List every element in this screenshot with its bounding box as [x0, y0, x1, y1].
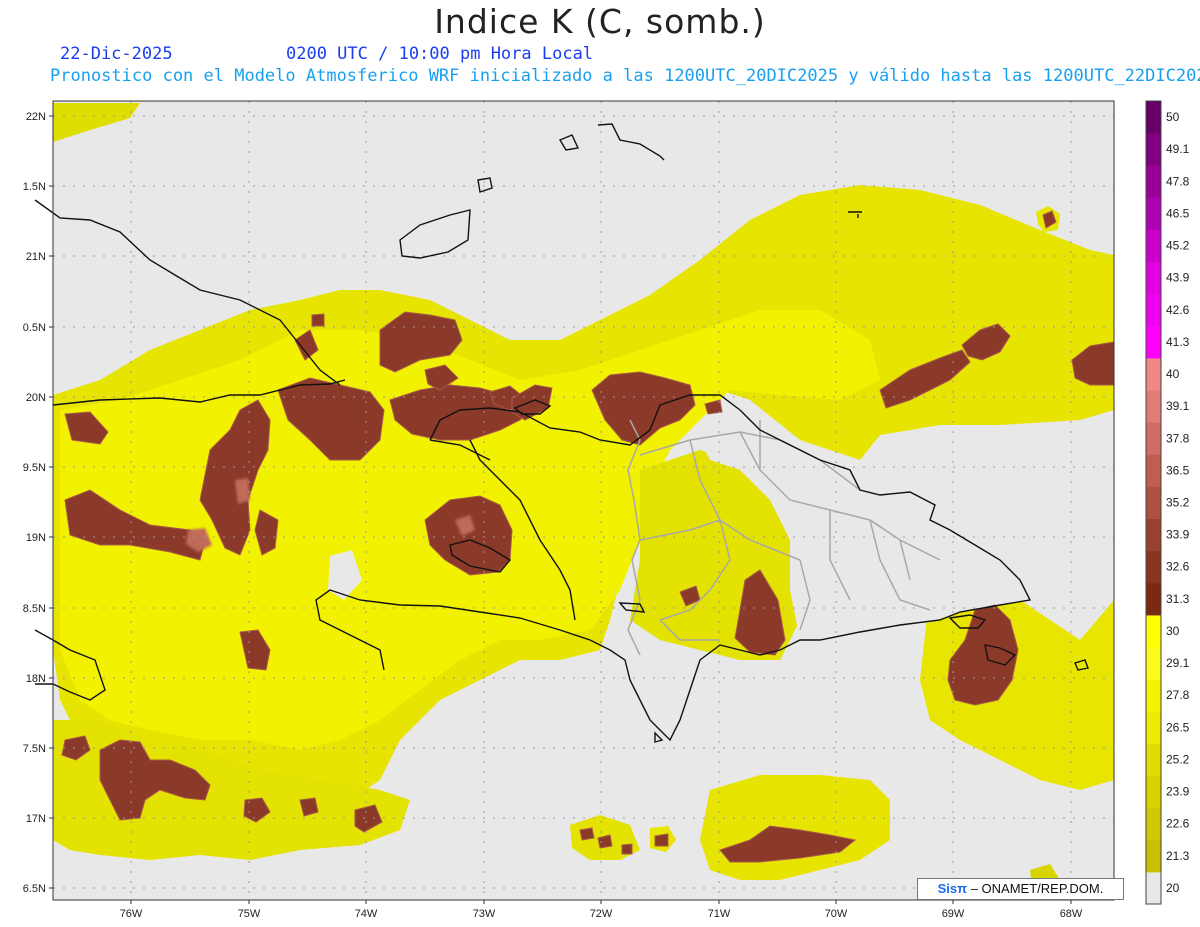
colorbar-level-label: 20 — [1166, 881, 1180, 895]
lon-label: 70W — [825, 908, 848, 920]
lat-label: 6.5N — [23, 883, 46, 895]
credit-text: – ONAMET/REP.DOM. — [967, 881, 1104, 896]
colorbar-level-label: 42.6 — [1166, 303, 1190, 317]
colorbar-level-label: 41.3 — [1166, 335, 1190, 349]
colorbar-level-label: 32.6 — [1166, 560, 1190, 574]
colorbar-legend: 20 21.3 22.6 23.9 25.2 26.5 27.8 29.1 30 31.3 32.6… — [1145, 100, 1190, 905]
lon-label: 69W — [942, 908, 965, 920]
k-index-map: 22N 1.5N 21N 0.5N 20N 9.5N 19N 8.5N 18N … — [23, 100, 1190, 920]
lat-label: 7.5N — [23, 743, 46, 755]
colorbar-swatch — [1146, 647, 1161, 680]
longitude-labels: 76W 75W 74W 73W 72W 71W 70W 69W 68W — [120, 908, 1083, 920]
colorbar-swatch — [1146, 261, 1161, 295]
lat-label: 17N — [26, 813, 46, 825]
colorbar-swatch — [1146, 871, 1161, 905]
colorbar-level-label: 37.8 — [1166, 431, 1190, 445]
lat-label: 0.5N — [23, 322, 46, 334]
colorbar-swatch — [1146, 614, 1161, 648]
colorbar-level-label: 31.3 — [1166, 592, 1190, 606]
lat-label: 19N — [26, 532, 46, 544]
colorbar-swatch — [1146, 422, 1161, 455]
colorbar-swatch — [1146, 679, 1161, 712]
colorbar-swatch — [1146, 486, 1161, 520]
latitude-labels: 22N 1.5N 21N 0.5N 20N 9.5N 19N 8.5N 18N … — [23, 111, 46, 895]
sispi-logo: Sisπ — [937, 881, 968, 896]
lon-label: 71W — [708, 908, 731, 920]
colorbar-level-label: 46.5 — [1166, 206, 1190, 220]
colorbar-swatch — [1146, 133, 1161, 166]
colorbar-swatch — [1146, 357, 1161, 391]
colorbar-swatch — [1146, 807, 1161, 841]
colorbar-level-label: 45.2 — [1166, 239, 1190, 253]
lat-label: 20N — [26, 392, 46, 404]
lon-label: 68W — [1060, 908, 1083, 920]
colorbar-swatch — [1146, 454, 1161, 487]
colorbar-swatch — [1146, 839, 1161, 873]
colorbar-level-label: 49.1 — [1166, 142, 1190, 156]
lon-label: 72W — [590, 908, 613, 920]
colorbar-swatch — [1146, 711, 1161, 744]
colorbar-level-label: 35.2 — [1166, 496, 1190, 510]
colorbar-swatch — [1146, 293, 1161, 327]
colorbar-level-label: 25.2 — [1166, 752, 1190, 766]
colorbar-level-label: 39.1 — [1166, 399, 1190, 413]
lat-label: 21N — [26, 251, 46, 263]
colorbar-swatch — [1146, 165, 1161, 198]
colorbar-swatch — [1146, 743, 1161, 777]
lat-label: 22N — [26, 111, 46, 123]
colorbar-level-label: 50 — [1166, 110, 1180, 124]
colorbar-level-label: 23.9 — [1166, 785, 1190, 799]
colorbar-swatch — [1146, 229, 1161, 263]
colorbar-level-label: 43.9 — [1166, 271, 1190, 285]
lon-label: 74W — [355, 908, 378, 920]
colorbar-swatch — [1146, 101, 1161, 134]
colorbar-level-label: 33.9 — [1166, 528, 1190, 542]
lat-label: 9.5N — [23, 462, 46, 474]
credit-box: Sisπ – ONAMET/REP.DOM. — [917, 878, 1124, 900]
lon-label: 73W — [473, 908, 496, 920]
lon-label: 75W — [238, 908, 261, 920]
lat-label: 1.5N — [23, 181, 46, 193]
colorbar-level-label: 26.5 — [1166, 720, 1190, 734]
lat-label: 18N — [26, 673, 46, 685]
colorbar-level-label: 36.5 — [1166, 463, 1190, 477]
colorbar-level-label: 21.3 — [1166, 849, 1190, 863]
lat-label: 8.5N — [23, 603, 46, 615]
colorbar-swatch — [1146, 775, 1161, 809]
colorbar-level-label: 30 — [1166, 624, 1180, 638]
colorbar-swatch — [1146, 582, 1161, 616]
colorbar-swatch — [1146, 325, 1161, 359]
colorbar-swatch — [1146, 550, 1161, 584]
colorbar-level-label: 22.6 — [1166, 817, 1190, 831]
colorbar-level-label: 27.8 — [1166, 688, 1190, 702]
colorbar-swatch — [1146, 197, 1161, 230]
lon-label: 76W — [120, 908, 143, 920]
colorbar-level-label: 40 — [1166, 367, 1180, 381]
colorbar-level-label: 29.1 — [1166, 656, 1190, 670]
colorbar-swatch — [1146, 390, 1161, 423]
colorbar-level-label: 47.8 — [1166, 174, 1190, 188]
colorbar-swatch — [1146, 518, 1161, 552]
